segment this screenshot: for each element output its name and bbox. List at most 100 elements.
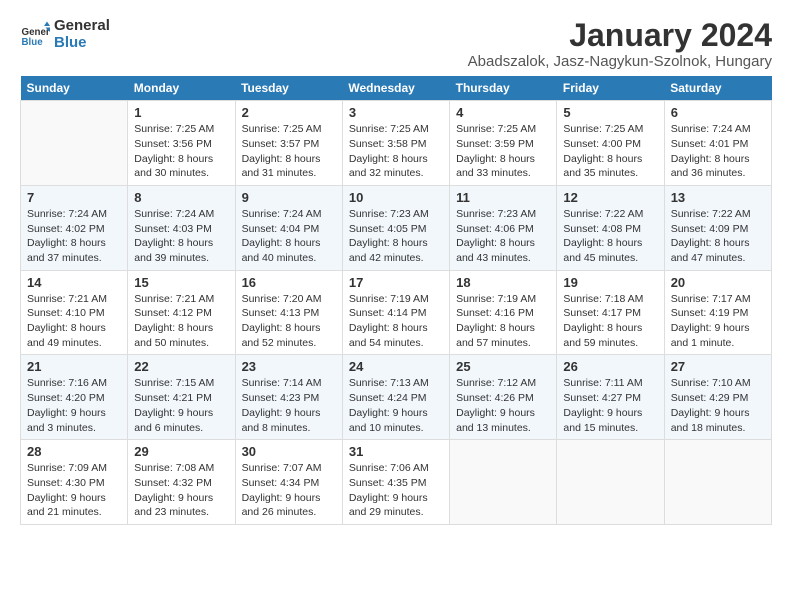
calendar-cell: 14 Sunrise: 7:21 AM Sunset: 4:10 PM Dayli… <box>21 270 128 355</box>
calendar-cell <box>557 440 664 525</box>
day-number: 2 <box>242 105 336 120</box>
day-number: 25 <box>456 359 550 374</box>
day-info: Sunrise: 7:24 AM Sunset: 4:02 PM Dayligh… <box>27 207 121 266</box>
day-info: Sunrise: 7:24 AM Sunset: 4:04 PM Dayligh… <box>242 207 336 266</box>
day-number: 4 <box>456 105 550 120</box>
page: General Blue General Blue January 2024 A… <box>0 0 792 535</box>
logo-blue: Blue <box>54 35 110 52</box>
calendar-cell <box>450 440 557 525</box>
day-info: Sunrise: 7:07 AM Sunset: 4:34 PM Dayligh… <box>242 461 336 520</box>
calendar-cell: 16Sunrise: 7:20 AM Sunset: 4:13 PM Dayli… <box>235 270 342 355</box>
calendar-table: SundayMondayTuesdayWednesdayThursdayFrid… <box>20 76 772 525</box>
day-info: Sunrise: 7:06 AM Sunset: 4:35 PM Dayligh… <box>349 461 443 520</box>
day-number: 18 <box>456 275 550 290</box>
calendar-cell: 30 Sunrise: 7:07 AM Sunset: 4:34 PM Dayli… <box>235 440 342 525</box>
calendar-cell: 22 Sunrise: 7:15 AM Sunset: 4:21 PM Dayli… <box>128 355 235 440</box>
calendar-cell: 5Sunrise: 7:25 AM Sunset: 4:00 PM Daylig… <box>557 101 664 186</box>
day-info: Sunrise: 7:20 AM Sunset: 4:13 PM Dayligh… <box>242 292 336 351</box>
day-number: 21 <box>27 359 121 374</box>
day-number: 7 <box>27 190 121 205</box>
main-title: January 2024 <box>468 18 772 53</box>
day-info: Sunrise: 7:13 AM Sunset: 4:24 PM Dayligh… <box>349 376 443 435</box>
header-monday: Monday <box>128 76 235 101</box>
day-info: Sunrise: 7:16 AM Sunset: 4:20 PM Dayligh… <box>27 376 121 435</box>
calendar-cell: 10Sunrise: 7:23 AM Sunset: 4:05 PM Dayli… <box>342 185 449 270</box>
calendar-cell: 24Sunrise: 7:13 AM Sunset: 4:24 PM Dayli… <box>342 355 449 440</box>
day-info: Sunrise: 7:23 AM Sunset: 4:06 PM Dayligh… <box>456 207 550 266</box>
day-number: 22 <box>134 359 228 374</box>
day-number: 1 <box>134 105 228 120</box>
calendar-cell: 4 Sunrise: 7:25 AM Sunset: 3:59 PM Daylig… <box>450 101 557 186</box>
day-info: Sunrise: 7:22 AM Sunset: 4:08 PM Dayligh… <box>563 207 657 266</box>
day-info: Sunrise: 7:24 AM Sunset: 4:03 PM Dayligh… <box>134 207 228 266</box>
svg-text:Blue: Blue <box>22 36 44 47</box>
calendar-cell: 3 Sunrise: 7:25 AM Sunset: 3:58 PM Daylig… <box>342 101 449 186</box>
logo-icon: General Blue <box>20 20 50 50</box>
day-info: Sunrise: 7:08 AM Sunset: 4:32 PM Dayligh… <box>134 461 228 520</box>
day-number: 29 <box>134 444 228 459</box>
calendar-cell: 6Sunrise: 7:24 AM Sunset: 4:01 PM Daylig… <box>664 101 771 186</box>
day-info: Sunrise: 7:12 AM Sunset: 4:26 PM Dayligh… <box>456 376 550 435</box>
week-row-4: 21 Sunrise: 7:16 AM Sunset: 4:20 PM Dayli… <box>21 355 772 440</box>
day-number: 14 <box>27 275 121 290</box>
day-number: 30 <box>242 444 336 459</box>
day-number: 27 <box>671 359 765 374</box>
calendar-cell: 20 Sunrise: 7:17 AM Sunset: 4:19 PM Dayli… <box>664 270 771 355</box>
header-friday: Friday <box>557 76 664 101</box>
calendar-cell: 11 Sunrise: 7:23 AM Sunset: 4:06 PM Dayli… <box>450 185 557 270</box>
calendar-cell: 31 Sunrise: 7:06 AM Sunset: 4:35 PM Dayli… <box>342 440 449 525</box>
header-thursday: Thursday <box>450 76 557 101</box>
calendar-cell: 25 Sunrise: 7:12 AM Sunset: 4:26 PM Dayli… <box>450 355 557 440</box>
logo: General Blue General Blue <box>20 18 110 51</box>
calendar-cell: 19 Sunrise: 7:18 AM Sunset: 4:17 PM Dayli… <box>557 270 664 355</box>
title-area: January 2024 Abadszalok, Jasz-Nagykun-Sz… <box>468 18 772 70</box>
day-info: Sunrise: 7:21 AM Sunset: 4:12 PM Dayligh… <box>134 292 228 351</box>
day-info: Sunrise: 7:09 AM Sunset: 4:30 PM Dayligh… <box>27 461 121 520</box>
day-number: 11 <box>456 190 550 205</box>
calendar-cell: 2 Sunrise: 7:25 AM Sunset: 3:57 PM Daylig… <box>235 101 342 186</box>
calendar-cell: 27 Sunrise: 7:10 AM Sunset: 4:29 PM Dayli… <box>664 355 771 440</box>
header-wednesday: Wednesday <box>342 76 449 101</box>
logo-general: General <box>54 18 110 35</box>
subtitle: Abadszalok, Jasz-Nagykun-Szolnok, Hungar… <box>468 53 772 70</box>
day-info: Sunrise: 7:25 AM Sunset: 3:57 PM Dayligh… <box>242 122 336 181</box>
calendar-cell: 29 Sunrise: 7:08 AM Sunset: 4:32 PM Dayli… <box>128 440 235 525</box>
day-info: Sunrise: 7:25 AM Sunset: 3:59 PM Dayligh… <box>456 122 550 181</box>
calendar-cell <box>21 101 128 186</box>
calendar-cell: 28 Sunrise: 7:09 AM Sunset: 4:30 PM Dayli… <box>21 440 128 525</box>
day-number: 9 <box>242 190 336 205</box>
calendar-cell: 12 Sunrise: 7:22 AM Sunset: 4:08 PM Dayli… <box>557 185 664 270</box>
calendar-cell: 15 Sunrise: 7:21 AM Sunset: 4:12 PM Dayli… <box>128 270 235 355</box>
day-info: Sunrise: 7:19 AM Sunset: 4:14 PM Dayligh… <box>349 292 443 351</box>
day-info: Sunrise: 7:22 AM Sunset: 4:09 PM Dayligh… <box>671 207 765 266</box>
day-number: 6 <box>671 105 765 120</box>
day-number: 15 <box>134 275 228 290</box>
calendar-cell: 7 Sunrise: 7:24 AM Sunset: 4:02 PM Daylig… <box>21 185 128 270</box>
day-info: Sunrise: 7:15 AM Sunset: 4:21 PM Dayligh… <box>134 376 228 435</box>
day-number: 17 <box>349 275 443 290</box>
day-info: Sunrise: 7:14 AM Sunset: 4:23 PM Dayligh… <box>242 376 336 435</box>
day-info: Sunrise: 7:10 AM Sunset: 4:29 PM Dayligh… <box>671 376 765 435</box>
day-info: Sunrise: 7:17 AM Sunset: 4:19 PM Dayligh… <box>671 292 765 351</box>
day-info: Sunrise: 7:25 AM Sunset: 3:58 PM Dayligh… <box>349 122 443 181</box>
day-info: Sunrise: 7:25 AM Sunset: 3:56 PM Dayligh… <box>134 122 228 181</box>
calendar-cell: 23 Sunrise: 7:14 AM Sunset: 4:23 PM Dayli… <box>235 355 342 440</box>
calendar-cell: 18Sunrise: 7:19 AM Sunset: 4:16 PM Dayli… <box>450 270 557 355</box>
day-number: 23 <box>242 359 336 374</box>
day-number: 3 <box>349 105 443 120</box>
calendar-cell: 1 Sunrise: 7:25 AM Sunset: 3:56 PM Daylig… <box>128 101 235 186</box>
day-number: 10 <box>349 190 443 205</box>
day-number: 20 <box>671 275 765 290</box>
calendar-cell: 26Sunrise: 7:11 AM Sunset: 4:27 PM Dayli… <box>557 355 664 440</box>
day-info: Sunrise: 7:18 AM Sunset: 4:17 PM Dayligh… <box>563 292 657 351</box>
day-number: 12 <box>563 190 657 205</box>
week-row-5: 28 Sunrise: 7:09 AM Sunset: 4:30 PM Dayli… <box>21 440 772 525</box>
day-number: 26 <box>563 359 657 374</box>
day-info: Sunrise: 7:21 AM Sunset: 4:10 PM Dayligh… <box>27 292 121 351</box>
header-sunday: Sunday <box>21 76 128 101</box>
calendar-cell: 21 Sunrise: 7:16 AM Sunset: 4:20 PM Dayli… <box>21 355 128 440</box>
day-number: 28 <box>27 444 121 459</box>
day-number: 31 <box>349 444 443 459</box>
day-number: 19 <box>563 275 657 290</box>
header-saturday: Saturday <box>664 76 771 101</box>
